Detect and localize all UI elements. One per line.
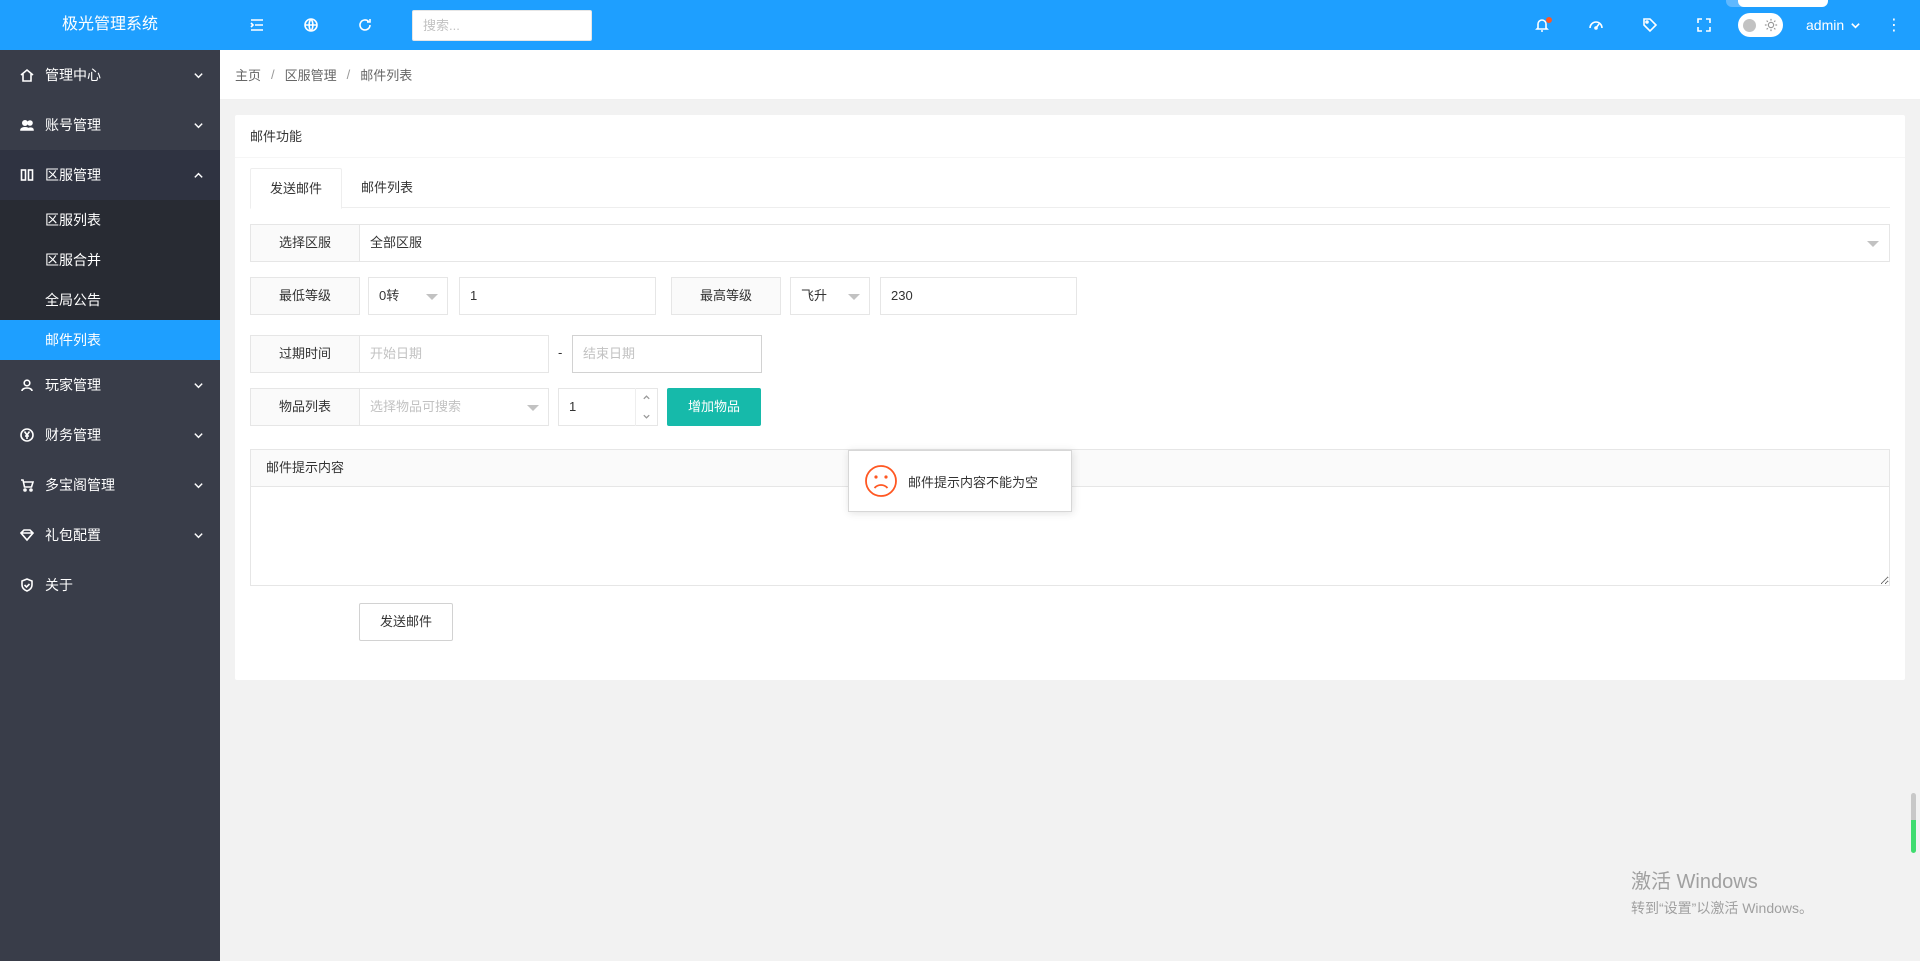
user-name: admin <box>1806 17 1845 33</box>
cart-icon <box>20 460 34 510</box>
sad-face-icon <box>865 465 897 497</box>
breadcrumb-current: 邮件列表 <box>360 68 413 83</box>
users-icon <box>20 100 34 150</box>
start-date-input[interactable]: 开始日期 <box>359 335 549 373</box>
sidebar-item-label: 玩家管理 <box>45 377 101 393</box>
sidebar-item-accounts[interactable]: 账号管理 <box>0 100 220 150</box>
add-item-button[interactable]: 增加物品 <box>667 388 761 426</box>
sidebar-submenu-servers: 区服列表 区服合并 全局公告 邮件列表 <box>0 200 220 360</box>
globe-icon[interactable] <box>291 0 331 50</box>
chevron-down-icon <box>193 510 204 560</box>
sidebar-item-label: 账号管理 <box>45 117 101 133</box>
mail-card: 邮件功能 发送邮件 邮件列表 选择区服 全部区服 最低等级 0转 1 最高等级 … <box>235 115 1905 680</box>
breadcrumb-separator: / <box>271 67 275 82</box>
caret-down-icon <box>1867 241 1879 247</box>
quantity-stepper <box>635 388 657 426</box>
send-mail-button[interactable]: 发送邮件 <box>359 603 453 641</box>
expire-label: 过期时间 <box>250 335 360 373</box>
watermark-line2: 转到“设置”以激活 Windows。 <box>1631 900 1814 916</box>
chevron-down-icon <box>193 100 204 150</box>
breadcrumb-home[interactable]: 主页 <box>235 65 261 84</box>
stepper-up-icon[interactable] <box>636 388 657 407</box>
notification-dot <box>1546 17 1552 23</box>
card-title: 邮件功能 <box>235 115 1905 158</box>
min-level-label: 最低等级 <box>250 277 360 315</box>
sidebar-item-label: 管理中心 <box>45 67 101 83</box>
sidebar-item-servers[interactable]: 区服管理 <box>0 150 220 200</box>
menu-fold-icon[interactable] <box>237 0 277 50</box>
yen-icon <box>20 410 34 460</box>
sidebar: 管理中心 账号管理 区服管理 区服列表 区服合并 全局公告 邮件列表 玩家管理 … <box>0 50 220 961</box>
items-label: 物品列表 <box>250 388 360 426</box>
sidebar-subitem-server-merge[interactable]: 区服合并 <box>0 240 220 280</box>
watermark-line1: 激活 Windows <box>1631 871 1758 893</box>
max-level-input[interactable]: 230 <box>880 277 1077 315</box>
top-bar: 极光管理系统 admin ⋮ <box>0 0 1920 50</box>
server-label: 选择区服 <box>250 224 360 262</box>
windows-activation-watermark: 激活 Windows 转到“设置”以激活 Windows。 <box>1631 865 1813 918</box>
date-separator: - <box>558 345 563 360</box>
chevron-down-icon <box>193 360 204 410</box>
chevron-up-icon <box>193 150 204 200</box>
stepper-down-icon[interactable] <box>636 407 657 426</box>
tab-send-mail[interactable]: 发送邮件 <box>250 168 343 209</box>
sidebar-item-about[interactable]: 关于 <box>0 560 220 610</box>
end-date-input[interactable]: 结束日期 <box>572 335 762 373</box>
chevron-down-icon <box>193 50 204 100</box>
sidebar-item-label: 财务管理 <box>45 427 101 443</box>
item-select[interactable]: 选择物品可搜索 <box>359 388 549 426</box>
breadcrumb-servers[interactable]: 区服管理 <box>285 65 337 84</box>
bell-icon[interactable] <box>1522 0 1562 50</box>
toast-message: 邮件提示内容不能为空 <box>908 474 1039 490</box>
diamond-icon <box>20 510 34 560</box>
sidebar-subitem-mail-list[interactable]: 邮件列表 <box>0 320 220 360</box>
sidebar-item-gift-config[interactable]: 礼包配置 <box>0 510 220 560</box>
sidebar-subitem-global-notice[interactable]: 全局公告 <box>0 280 220 320</box>
columns-icon <box>20 150 34 200</box>
tab-bar: 发送邮件 邮件列表 <box>250 168 1890 209</box>
chevron-down-icon <box>193 460 204 510</box>
error-toast: 邮件提示内容不能为空 <box>848 450 1072 512</box>
refresh-icon[interactable] <box>345 0 385 50</box>
more-vertical-icon[interactable]: ⋮ <box>1884 0 1904 50</box>
sidebar-item-label: 礼包配置 <box>45 527 101 543</box>
caret-down-icon <box>848 294 860 300</box>
breadcrumb: 主页 / 区服管理 / 邮件列表 <box>220 50 1920 100</box>
chevron-down-icon <box>1851 22 1860 29</box>
shield-icon <box>20 560 34 610</box>
sidebar-item-label: 多宝阁管理 <box>45 477 115 493</box>
toggle-knob <box>1743 18 1756 32</box>
user-menu[interactable]: admin <box>1806 0 1861 50</box>
home-icon <box>20 50 34 100</box>
min-level-input[interactable]: 1 <box>459 277 656 315</box>
sidebar-item-label: 关于 <box>45 577 73 593</box>
tag-icon[interactable] <box>1630 0 1670 50</box>
tab-mail-list[interactable]: 邮件列表 <box>342 168 432 208</box>
theme-toggle[interactable] <box>1738 13 1783 37</box>
caret-down-icon <box>527 405 539 411</box>
app-logo-title[interactable]: 极光管理系统 <box>0 0 220 50</box>
caret-down-icon <box>426 294 438 300</box>
sidebar-item-finance[interactable]: 财务管理 <box>0 410 220 460</box>
search-input[interactable] <box>412 10 592 41</box>
sidebar-item-treasure-shop[interactable]: 多宝阁管理 <box>0 460 220 510</box>
fullscreen-icon[interactable] <box>1684 0 1724 50</box>
side-scroll-indicator[interactable] <box>1911 793 1916 853</box>
sidebar-subitem-server-list[interactable]: 区服列表 <box>0 200 220 240</box>
breadcrumb-separator: / <box>346 67 351 82</box>
user-icon <box>20 360 34 410</box>
sidebar-item-admin-center[interactable]: 管理中心 <box>0 50 220 100</box>
max-level-label: 最高等级 <box>671 277 781 315</box>
sidebar-item-label: 区服管理 <box>45 167 101 183</box>
dashboard-icon[interactable] <box>1576 0 1616 50</box>
server-select[interactable]: 全部区服 <box>359 224 1890 262</box>
sidebar-item-players[interactable]: 玩家管理 <box>0 360 220 410</box>
chevron-down-icon <box>193 410 204 460</box>
sun-icon <box>1764 18 1778 32</box>
